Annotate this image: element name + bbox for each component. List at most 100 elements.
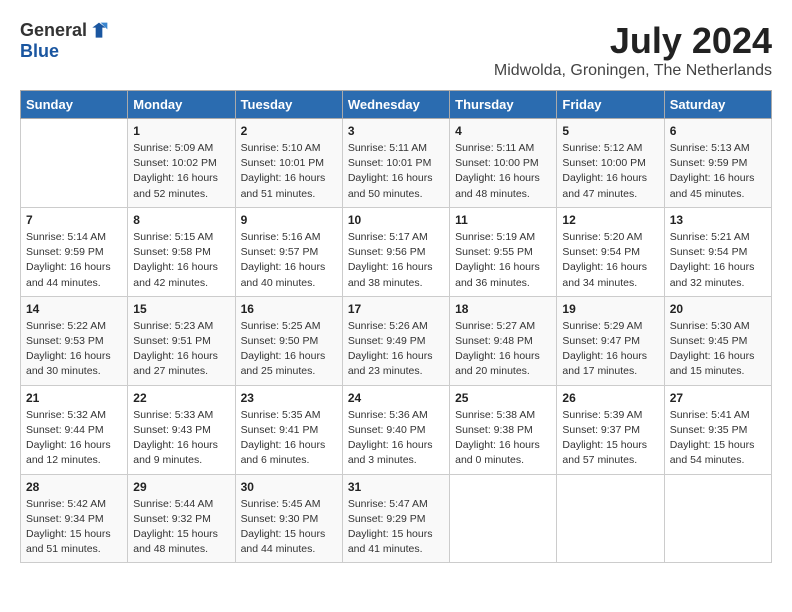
calendar-cell: 12 Sunrise: 5:20 AMSunset: 9:54 PMDayligh… [557,207,664,296]
calendar-cell [664,474,771,563]
calendar-cell: 29 Sunrise: 5:44 AMSunset: 9:32 PMDayligh… [128,474,235,563]
day-number: 20 [670,302,766,316]
day-number: 28 [26,480,122,494]
day-info: Sunrise: 5:30 AMSunset: 9:45 PMDaylight:… [670,319,766,380]
calendar-cell: 21 Sunrise: 5:32 AMSunset: 9:44 PMDayligh… [21,385,128,474]
day-number: 17 [348,302,444,316]
day-info: Sunrise: 5:11 AMSunset: 10:01 PMDaylight… [348,141,444,202]
day-info: Sunrise: 5:44 AMSunset: 9:32 PMDaylight:… [133,497,229,558]
day-info: Sunrise: 5:19 AMSunset: 9:55 PMDaylight:… [455,230,551,291]
calendar-cell: 5Sunrise: 5:12 AMSunset: 10:00 PMDayligh… [557,119,664,208]
day-info: Sunrise: 5:21 AMSunset: 9:54 PMDaylight:… [670,230,766,291]
day-info: Sunrise: 5:27 AMSunset: 9:48 PMDaylight:… [455,319,551,380]
calendar-cell: 24Sunrise: 5:36 AMSunset: 9:40 PMDayligh… [342,385,449,474]
day-info: Sunrise: 5:23 AMSunset: 9:51 PMDaylight:… [133,319,229,380]
day-number: 26 [562,391,658,405]
day-number: 24 [348,391,444,405]
day-number: 18 [455,302,551,316]
calendar-week-2: 7 Sunrise: 5:14 AMSunset: 9:59 PMDaylight… [21,207,772,296]
day-info: Sunrise: 5:22 AMSunset: 9:53 PMDaylight:… [26,319,122,380]
day-number: 12 [562,213,658,227]
day-info: Sunrise: 5:14 AMSunset: 9:59 PMDaylight:… [26,230,122,291]
calendar-cell: 6 Sunrise: 5:13 AMSunset: 9:59 PMDaylight… [664,119,771,208]
day-number: 16 [241,302,337,316]
calendar-cell: 30Sunrise: 5:45 AMSunset: 9:30 PMDayligh… [235,474,342,563]
day-info: Sunrise: 5:39 AMSunset: 9:37 PMDaylight:… [562,408,658,469]
day-number: 21 [26,391,122,405]
day-info: Sunrise: 5:10 AMSunset: 10:01 PMDaylight… [241,141,337,202]
logo-icon [89,21,109,41]
day-number: 4 [455,124,551,138]
month-year-title: July 2024 [494,20,772,62]
header-day-friday: Friday [557,91,664,119]
header-day-tuesday: Tuesday [235,91,342,119]
day-info: Sunrise: 5:11 AMSunset: 10:00 PMDaylight… [455,141,551,202]
title-section: July 2024 Midwolda, Groningen, The Nethe… [494,20,772,80]
day-number: 25 [455,391,551,405]
day-info: Sunrise: 5:20 AMSunset: 9:54 PMDaylight:… [562,230,658,291]
calendar-week-1: 1Sunrise: 5:09 AMSunset: 10:02 PMDayligh… [21,119,772,208]
logo: General Blue [20,20,109,62]
location-subtitle: Midwolda, Groningen, The Netherlands [494,62,772,80]
calendar-cell: 31 Sunrise: 5:47 AMSunset: 9:29 PMDayligh… [342,474,449,563]
day-number: 3 [348,124,444,138]
calendar-cell: 15Sunrise: 5:23 AMSunset: 9:51 PMDayligh… [128,296,235,385]
day-info: Sunrise: 5:13 AMSunset: 9:59 PMDaylight:… [670,141,766,202]
calendar-cell: 4 Sunrise: 5:11 AMSunset: 10:00 PMDayligh… [450,119,557,208]
day-number: 7 [26,213,122,227]
calendar-cell: 16 Sunrise: 5:25 AMSunset: 9:50 PMDayligh… [235,296,342,385]
header-day-thursday: Thursday [450,91,557,119]
calendar-cell: 25 Sunrise: 5:38 AMSunset: 9:38 PMDayligh… [450,385,557,474]
calendar-cell: 17 Sunrise: 5:26 AMSunset: 9:49 PMDayligh… [342,296,449,385]
day-info: Sunrise: 5:45 AMSunset: 9:30 PMDaylight:… [241,497,337,558]
calendar-cell: 8Sunrise: 5:15 AMSunset: 9:58 PMDaylight… [128,207,235,296]
calendar-cell: 9 Sunrise: 5:16 AMSunset: 9:57 PMDaylight… [235,207,342,296]
day-info: Sunrise: 5:17 AMSunset: 9:56 PMDaylight:… [348,230,444,291]
day-number: 23 [241,391,337,405]
calendar-cell: 2Sunrise: 5:10 AMSunset: 10:01 PMDayligh… [235,119,342,208]
logo-blue: Blue [20,41,59,62]
calendar-cell: 10 Sunrise: 5:17 AMSunset: 9:56 PMDayligh… [342,207,449,296]
calendar-week-3: 14Sunrise: 5:22 AMSunset: 9:53 PMDayligh… [21,296,772,385]
day-number: 1 [133,124,229,138]
calendar-cell: 11Sunrise: 5:19 AMSunset: 9:55 PMDayligh… [450,207,557,296]
day-info: Sunrise: 5:26 AMSunset: 9:49 PMDaylight:… [348,319,444,380]
calendar-cell [450,474,557,563]
calendar-cell: 22 Sunrise: 5:33 AMSunset: 9:43 PMDayligh… [128,385,235,474]
calendar-cell: 23 Sunrise: 5:35 AMSunset: 9:41 PMDayligh… [235,385,342,474]
header-day-wednesday: Wednesday [342,91,449,119]
day-number: 31 [348,480,444,494]
day-info: Sunrise: 5:25 AMSunset: 9:50 PMDaylight:… [241,319,337,380]
calendar-cell: 20 Sunrise: 5:30 AMSunset: 9:45 PMDayligh… [664,296,771,385]
calendar-cell: 7 Sunrise: 5:14 AMSunset: 9:59 PMDaylight… [21,207,128,296]
day-info: Sunrise: 5:42 AMSunset: 9:34 PMDaylight:… [26,497,122,558]
calendar-cell: 1Sunrise: 5:09 AMSunset: 10:02 PMDayligh… [128,119,235,208]
day-number: 22 [133,391,229,405]
calendar-cell: 3 Sunrise: 5:11 AMSunset: 10:01 PMDayligh… [342,119,449,208]
day-info: Sunrise: 5:29 AMSunset: 9:47 PMDaylight:… [562,319,658,380]
day-number: 8 [133,213,229,227]
calendar-header-row: SundayMondayTuesdayWednesdayThursdayFrid… [21,91,772,119]
calendar-cell: 28 Sunrise: 5:42 AMSunset: 9:34 PMDayligh… [21,474,128,563]
day-info: Sunrise: 5:35 AMSunset: 9:41 PMDaylight:… [241,408,337,469]
day-info: Sunrise: 5:33 AMSunset: 9:43 PMDaylight:… [133,408,229,469]
calendar-cell [557,474,664,563]
day-number: 13 [670,213,766,227]
day-number: 10 [348,213,444,227]
header-day-monday: Monday [128,91,235,119]
day-number: 9 [241,213,337,227]
calendar-cell: 18 Sunrise: 5:27 AMSunset: 9:48 PMDayligh… [450,296,557,385]
calendar-week-4: 21 Sunrise: 5:32 AMSunset: 9:44 PMDayligh… [21,385,772,474]
header-day-sunday: Sunday [21,91,128,119]
calendar-week-5: 28 Sunrise: 5:42 AMSunset: 9:34 PMDayligh… [21,474,772,563]
page-header: General Blue July 2024 Midwolda, Groning… [20,20,772,80]
day-number: 6 [670,124,766,138]
day-info: Sunrise: 5:38 AMSunset: 9:38 PMDaylight:… [455,408,551,469]
day-info: Sunrise: 5:47 AMSunset: 9:29 PMDaylight:… [348,497,444,558]
calendar-cell: 13 Sunrise: 5:21 AMSunset: 9:54 PMDayligh… [664,207,771,296]
day-number: 29 [133,480,229,494]
day-info: Sunrise: 5:16 AMSunset: 9:57 PMDaylight:… [241,230,337,291]
day-info: Sunrise: 5:32 AMSunset: 9:44 PMDaylight:… [26,408,122,469]
calendar-cell: 19Sunrise: 5:29 AMSunset: 9:47 PMDayligh… [557,296,664,385]
calendar-cell: 27Sunrise: 5:41 AMSunset: 9:35 PMDayligh… [664,385,771,474]
